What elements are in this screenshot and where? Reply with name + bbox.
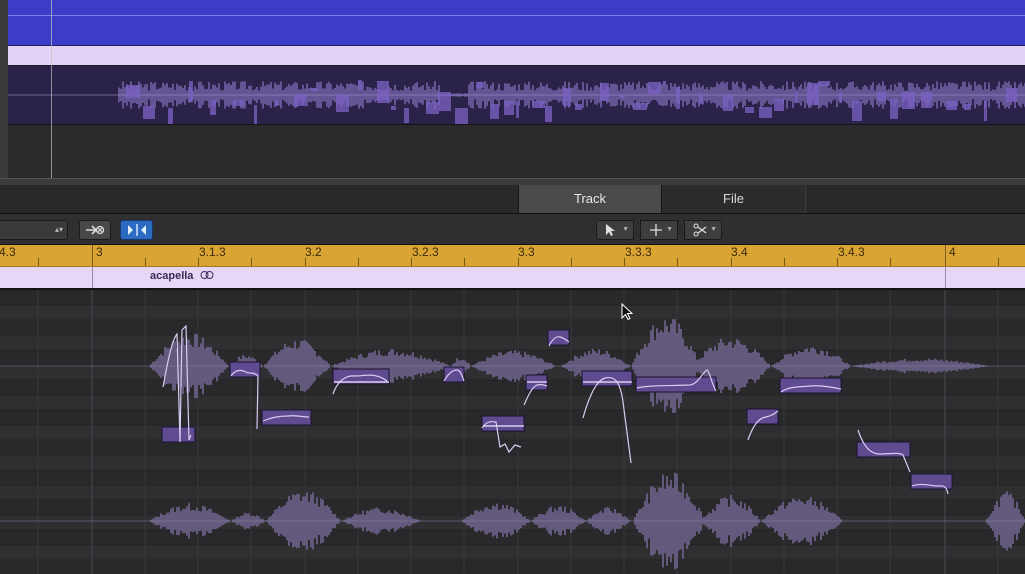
editor-popup-select[interactable]: ▴▾ — [0, 220, 68, 240]
region-name-bar[interactable]: acapella — [0, 267, 1025, 290]
playhead-line[interactable] — [51, 0, 52, 178]
editor-tab-bar: Track File — [0, 185, 1025, 214]
pointer-tool-icon — [605, 221, 615, 242]
tab-track[interactable]: Track — [518, 185, 662, 213]
marquee-tool-icon — [649, 221, 663, 242]
pitch-note[interactable] — [635, 376, 717, 393]
audio-region-waveform[interactable] — [8, 66, 1025, 128]
ruler-label: 4 — [949, 245, 956, 259]
flex-pitch-canvas[interactable] — [0, 290, 1025, 574]
catch-playhead-icon — [84, 225, 106, 240]
ruler-label: 3.3 — [518, 245, 535, 259]
empty-track-lane[interactable] — [8, 125, 1025, 178]
ruler-label: 3.4.3 — [838, 245, 865, 259]
scissors-tool-menu[interactable]: ▼ — [684, 220, 722, 240]
ruler-label: 3.2.3 — [412, 245, 439, 259]
catch-playhead-button[interactable] — [79, 220, 111, 240]
dropdown-arrow-icon: ▼ — [710, 226, 717, 233]
pitch-note[interactable] — [746, 408, 779, 425]
pitch-note[interactable] — [261, 409, 312, 426]
marquee-tool-menu[interactable]: ▼ — [640, 220, 678, 240]
flex-mode-button[interactable] — [120, 220, 153, 240]
audio-region-header[interactable] — [8, 46, 1025, 66]
pitch-note[interactable] — [910, 473, 953, 490]
region-name: acapella — [150, 270, 194, 282]
ruler-label: 3.1.3 — [199, 245, 226, 259]
ruler-label: 3.3.3 — [625, 245, 652, 259]
pitch-note[interactable] — [481, 415, 525, 432]
pitch-note[interactable] — [581, 370, 633, 387]
loop-icon — [200, 270, 214, 283]
flex-pitch-editor[interactable] — [0, 290, 1025, 574]
pitch-note[interactable] — [161, 426, 196, 443]
ruler-label: 3.2 — [305, 245, 322, 259]
flex-mode-icon — [125, 224, 149, 240]
dropdown-arrow-icon: ▼ — [622, 226, 629, 233]
ruler-label: 3.4 — [731, 245, 748, 259]
logic-editor-window: Track File ▴▾ ▼ ▼ ▼ 4.3 3 3.1.3 3.2 3.2.… — [0, 0, 1025, 574]
dropdown-arrow-icon: ▼ — [666, 226, 673, 233]
scissors-tool-icon — [693, 221, 707, 242]
updown-chevron-icon: ▴▾ — [54, 225, 63, 234]
ruler-label: 4.3 — [0, 245, 16, 259]
pointer-tool-menu[interactable]: ▼ — [596, 220, 634, 240]
ruler-label: 3 — [96, 245, 103, 259]
bar-ruler[interactable]: 4.3 3 3.1.3 3.2 3.2.3 3.3 3.3.3 3.4 3.4.… — [0, 245, 1025, 267]
top-track-region[interactable] — [8, 0, 1025, 46]
editor-toolbar: ▴▾ ▼ ▼ ▼ — [0, 214, 1025, 245]
mouse-pointer-icon — [621, 302, 634, 326]
overview-waveform — [8, 80, 1025, 128]
tab-file[interactable]: File — [661, 185, 806, 213]
